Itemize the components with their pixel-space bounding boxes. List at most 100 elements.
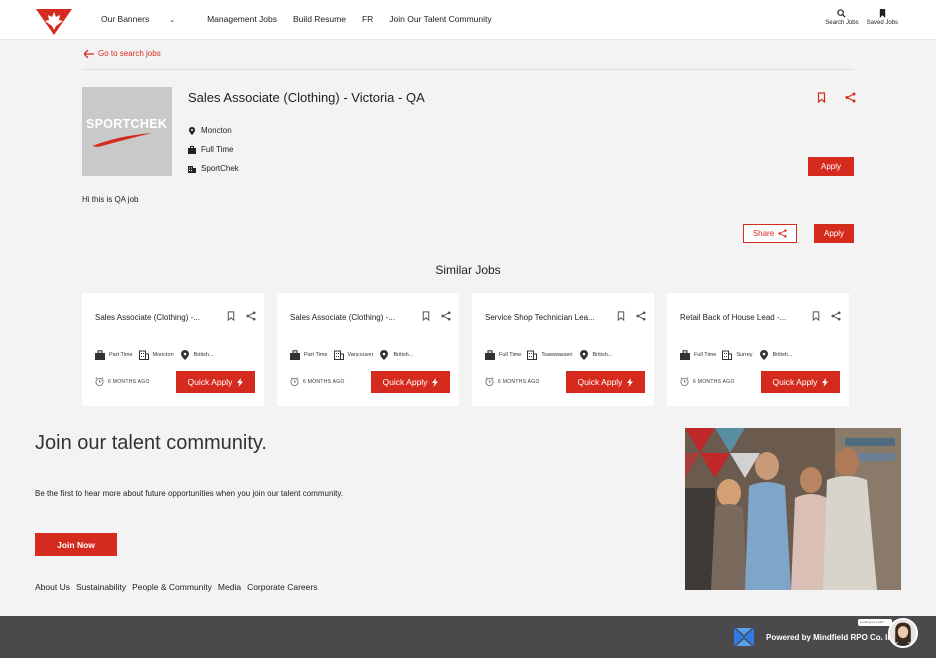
share-icon[interactable]: [246, 311, 256, 321]
share-icon[interactable]: [441, 311, 451, 321]
back-link-label: Go to search jobs: [98, 49, 161, 58]
similar-job-meta: Part Time Vancouver British...: [290, 350, 419, 360]
similar-job-city-text: Surrey: [736, 352, 753, 358]
lightning-icon: [627, 377, 634, 387]
similar-job-province: British...: [180, 350, 214, 360]
team-photo: [685, 428, 901, 590]
similar-job-province: British...: [759, 350, 793, 360]
job-banner: SportChek: [188, 164, 239, 173]
footer-link-media[interactable]: Media: [218, 582, 241, 592]
bookmark-icon[interactable]: [616, 311, 626, 321]
search-jobs-label: Search Jobs: [825, 20, 859, 26]
header-actions: Search Jobs Saved Jobs: [825, 9, 898, 26]
nav-label: Our Banners: [101, 14, 150, 24]
job-type-text: Full Time: [201, 145, 234, 154]
nav-our-banners[interactable]: Our Banners ⌄: [101, 14, 191, 24]
similar-job-title[interactable]: Service Shop Technician Lea...: [485, 313, 603, 322]
join-now-button[interactable]: Join Now: [35, 533, 117, 556]
clock-icon: [485, 377, 494, 386]
footer-link-people-community[interactable]: People & Community: [132, 582, 212, 592]
divider: [82, 69, 854, 70]
nav-management-jobs[interactable]: Management Jobs: [207, 14, 277, 24]
chevron-down-icon: ⌄: [169, 17, 176, 24]
similar-job-card[interactable]: Sales Associate (Clothing) -... Part Time…: [82, 293, 264, 406]
similar-job-city-text: Vancouver: [347, 352, 374, 358]
site-header: Our Banners ⌄ Management Jobs Build Resum…: [0, 0, 936, 40]
similar-job-type-text: Full Time: [499, 352, 522, 358]
similar-job-title[interactable]: Sales Associate (Clothing) -...: [290, 313, 408, 322]
similar-job-ago: 6 MONTHS AGO: [498, 378, 540, 385]
similar-job-card[interactable]: Sales Associate (Clothing) -... Part Time…: [277, 293, 459, 406]
location-pin-icon: [189, 126, 195, 135]
footer-links: About Us Sustainability People & Communi…: [35, 582, 317, 592]
footer-link-corporate-careers[interactable]: Corporate Careers: [247, 582, 317, 592]
powered-by: Powered by Mindfield RPO Co. Inc.: [734, 628, 899, 646]
building-icon: [527, 350, 538, 360]
briefcase-icon: [680, 350, 690, 360]
building-icon: [188, 165, 196, 173]
similar-job-province: British...: [579, 350, 612, 360]
similar-job-posted: 6 MONTHS AGO: [95, 377, 150, 386]
building-icon: [722, 350, 733, 360]
quick-apply-button[interactable]: Quick Apply: [176, 371, 255, 393]
job-banner-text: SportChek: [201, 164, 239, 173]
quick-apply-button[interactable]: Quick Apply: [761, 371, 840, 393]
quick-apply-button[interactable]: Quick Apply: [371, 371, 450, 393]
similar-job-ago: 6 MONTHS AGO: [303, 378, 345, 385]
briefcase-icon: [95, 350, 105, 360]
similar-job-title[interactable]: Retail Back of House Lead -...: [680, 313, 798, 322]
bookmark-icon[interactable]: [811, 311, 821, 321]
briefcase-icon: [290, 350, 300, 360]
share-icon[interactable]: [831, 311, 841, 321]
nav-build-resume[interactable]: Build Resume: [293, 14, 346, 24]
footer-link-about[interactable]: About Us: [35, 582, 70, 592]
similar-job-title[interactable]: Sales Associate (Clothing) -...: [95, 313, 213, 322]
apply-button-top[interactable]: Apply: [808, 157, 854, 176]
quick-apply-button[interactable]: Quick Apply: [566, 371, 645, 393]
main-nav: Our Banners ⌄ Management Jobs Build Resum…: [101, 14, 508, 24]
nav-talent-community[interactable]: Join Our Talent Community: [389, 14, 491, 24]
similar-job-ago: 6 MONTHS AGO: [693, 378, 735, 385]
search-jobs-button[interactable]: Search Jobs: [825, 9, 859, 26]
similar-job-city: Tsawwassen: [527, 350, 573, 360]
job-location: Moncton: [188, 126, 232, 135]
share-button[interactable]: Share: [743, 224, 797, 243]
similar-job-actions: [616, 311, 646, 321]
similar-job-province-text: British...: [393, 352, 414, 358]
location-pin-icon: [579, 350, 588, 360]
nav-language-fr[interactable]: FR: [362, 14, 373, 24]
bookmark-icon[interactable]: [226, 311, 236, 321]
similar-job-card[interactable]: Retail Back of House Lead -... Full Time S…: [667, 293, 849, 406]
similar-job-actions: [421, 311, 451, 321]
clock-icon: [290, 377, 299, 386]
talent-community-subtitle: Be the first to hear more about future o…: [35, 489, 344, 498]
similar-job-actions: [226, 311, 256, 321]
saved-jobs-button[interactable]: Saved Jobs: [867, 9, 898, 26]
similar-job-actions: [811, 311, 841, 321]
similar-job-type-text: Full Time: [694, 352, 717, 358]
job-title: Sales Associate (Clothing) - Victoria - …: [188, 90, 425, 105]
briefcase-icon: [188, 145, 196, 154]
job-description: Hi this is QA job: [82, 195, 139, 204]
similar-job-card[interactable]: Service Shop Technician Lea... Full Time T…: [472, 293, 654, 406]
powered-by-text: Powered by Mindfield RPO Co. Inc.: [766, 632, 899, 642]
quick-apply-label: Quick Apply: [577, 377, 623, 387]
similar-job-meta: Full Time Surrey British...: [680, 350, 798, 360]
similar-job-city: Moncton: [138, 350, 174, 360]
similar-job-posted: 6 MONTHS AGO: [680, 377, 735, 386]
brand-logo[interactable]: [34, 5, 74, 37]
share-icon[interactable]: [636, 311, 646, 321]
location-pin-icon: [380, 350, 389, 360]
chat-avatar[interactable]: [888, 618, 918, 648]
bookmark-icon[interactable]: [421, 311, 431, 321]
quick-apply-label: Quick Apply: [382, 377, 428, 387]
similar-job-province-text: British...: [772, 352, 793, 358]
banner-logo: SPORTCHEK: [82, 87, 172, 176]
apply-button-bottom[interactable]: Apply: [814, 224, 854, 243]
job-actions: [816, 92, 856, 103]
share-icon[interactable]: [845, 92, 856, 103]
back-to-search-link[interactable]: Go to search jobs: [84, 49, 161, 58]
footer-link-sustainability[interactable]: Sustainability: [76, 582, 126, 592]
bookmark-icon[interactable]: [816, 92, 827, 103]
similar-jobs-heading: Similar Jobs: [435, 263, 501, 277]
